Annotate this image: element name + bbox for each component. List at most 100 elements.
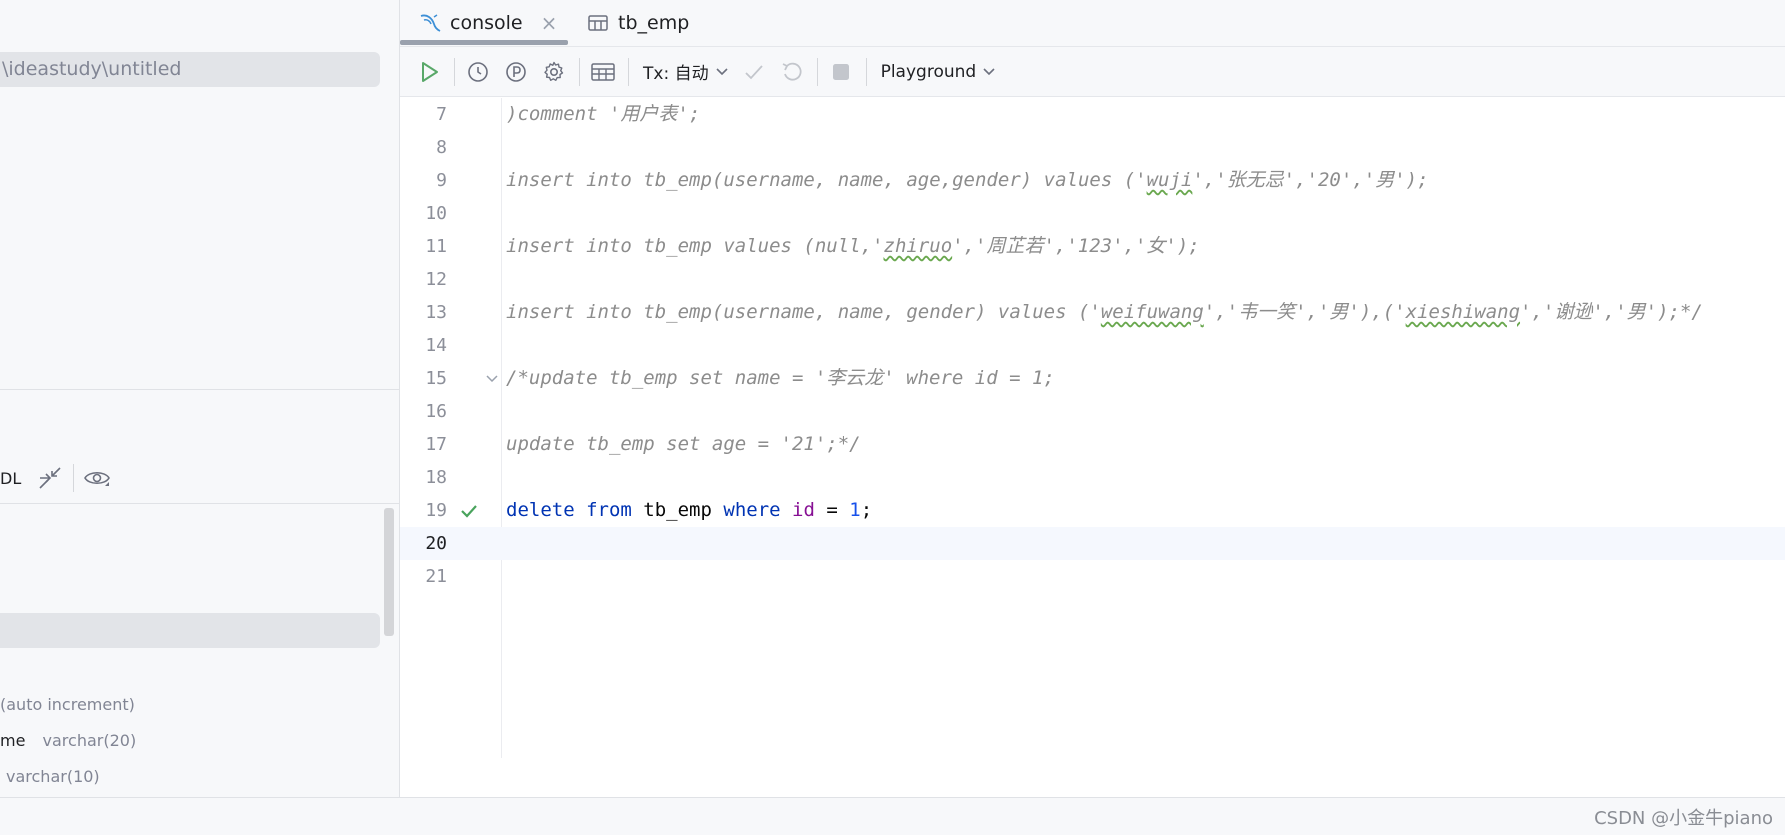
column-row-gender[interactable]: varchar(10) — [0, 765, 100, 789]
code-line[interactable]: 9 insert into tb_emp(username, name, age,… — [400, 164, 1785, 197]
tab-label: console — [450, 12, 523, 34]
column-row-name[interactable]: me varchar(20) — [0, 729, 136, 753]
code-line[interactable]: 14 — [400, 329, 1785, 362]
watermark: CSDN @小金牛piano — [1594, 808, 1773, 829]
code-token: id — [792, 499, 815, 521]
table-icon — [586, 8, 610, 38]
code-line[interactable]: 21 — [400, 560, 1785, 593]
playground-dropdown[interactable]: Playground — [881, 62, 997, 82]
line-number: 10 — [425, 203, 447, 224]
tree-selected-row[interactable] — [0, 613, 380, 648]
ddl-toolbar: DL — [0, 460, 112, 496]
column-name: me — [0, 731, 26, 750]
code-line[interactable]: 15 /*update tb_emp set name = '李云龙' where… — [400, 362, 1785, 395]
gear-icon[interactable] — [539, 57, 569, 87]
column-type: (auto increment) — [0, 695, 135, 714]
parameters-icon[interactable] — [501, 57, 531, 87]
code-line[interactable]: 11 insert into tb_emp values (null,'zhiru… — [400, 230, 1785, 263]
commit-icon[interactable] — [739, 57, 769, 87]
toolbar-separator — [628, 57, 629, 86]
fold-chevron-icon[interactable] — [480, 362, 504, 395]
code-token: where — [723, 499, 781, 521]
stop-icon[interactable] — [826, 57, 856, 87]
code-token: delete — [506, 499, 575, 521]
code-token: ; — [860, 499, 873, 521]
toolbar-separator — [865, 57, 867, 86]
line-number: 9 — [436, 170, 447, 191]
code-token: ','韦一笑','男'),(' — [1203, 301, 1406, 323]
editor-area: console × tb_emp Tx: 自动 Playground 7)co… — [400, 0, 1785, 797]
ide-window: \ideastudy\untitled DL (auto increment) … — [0, 0, 1785, 835]
code-token: from — [586, 499, 632, 521]
code-token: xieshiwang — [1405, 301, 1521, 323]
code-line[interactable]: 12 — [400, 263, 1785, 296]
code-token: )comment '用户表'; — [506, 103, 701, 125]
line-code: update tb_emp set age = '21';*/ — [506, 428, 861, 461]
code-line[interactable]: 18 — [400, 461, 1785, 494]
code-line[interactable]: 13 insert into tb_emp(username, name, gen… — [400, 296, 1785, 329]
code-line[interactable]: 7 )comment '用户表'; — [400, 98, 1785, 131]
chevron-down-icon — [982, 62, 996, 82]
editor-tabbar: console × tb_emp — [400, 0, 1785, 47]
code-token: wuji — [1146, 169, 1193, 191]
line-code: delete from tb_emp where id = 1; — [506, 494, 872, 527]
code-line[interactable]: 10 — [400, 197, 1785, 230]
check-icon — [457, 494, 481, 527]
code-token: ','谢逊','男');*/ — [1520, 301, 1703, 323]
code-token: ','张无忌','20','男'); — [1192, 169, 1429, 191]
code-token: = — [814, 499, 850, 521]
toolbar-separator — [454, 57, 455, 86]
line-number: 13 — [425, 302, 447, 323]
close-icon[interactable]: × — [541, 11, 558, 35]
code-line[interactable]: 19 delete from tb_emp where id = 1; — [400, 494, 1785, 527]
sidebar-divider — [0, 503, 399, 504]
project-path-field[interactable]: \ideastudy\untitled — [0, 52, 380, 87]
tab-tb-emp[interactable]: tb_emp — [586, 0, 689, 46]
code-token: tb_emp — [631, 499, 724, 521]
transaction-mode-label: Tx: 自动 — [643, 64, 709, 84]
active-tab-indicator — [400, 40, 568, 45]
column-row-id[interactable]: (auto increment) — [0, 693, 135, 717]
line-code: insert into tb_emp(username, name, gende… — [506, 296, 1703, 329]
code-line[interactable]: 20 — [400, 527, 1785, 560]
line-number: 17 — [425, 434, 447, 455]
code-token: 1 — [849, 499, 861, 521]
history-icon[interactable] — [463, 57, 493, 87]
code-token: zhiruo — [883, 235, 953, 257]
line-number: 11 — [425, 236, 447, 257]
code-line[interactable]: 16 — [400, 395, 1785, 428]
sidebar-divider — [0, 389, 399, 390]
run-icon[interactable] — [414, 57, 444, 87]
code-line[interactable]: 8 — [400, 131, 1785, 164]
rollback-icon[interactable] — [777, 57, 807, 87]
line-number: 21 — [425, 566, 447, 587]
code-token: weifuwang — [1100, 301, 1204, 323]
code-token: insert into tb_emp(username, name, age,g… — [506, 169, 1147, 191]
database-sidebar: \ideastudy\untitled DL (auto increment) … — [0, 0, 400, 797]
ddl-button[interactable]: DL — [0, 469, 21, 488]
sidebar-scrollbar[interactable] — [384, 508, 394, 636]
transaction-mode-dropdown[interactable]: Tx: 自动 — [643, 59, 729, 84]
collapse-icon[interactable] — [35, 463, 65, 493]
line-number: 14 — [425, 335, 447, 356]
line-number: 16 — [425, 401, 447, 422]
console-toolbar: Tx: 自动 Playground — [400, 47, 1785, 97]
eye-icon[interactable] — [82, 463, 112, 493]
status-bar — [0, 797, 1785, 835]
code-token: ','周芷若','123','女'); — [952, 235, 1200, 257]
line-code: insert into tb_emp(username, name, age,g… — [506, 164, 1429, 197]
code-token: update tb_emp set age = '21';*/ — [506, 433, 861, 455]
line-code: insert into tb_emp values (null,'zhiruo'… — [506, 230, 1200, 263]
toolbar-separator — [579, 57, 580, 86]
column-type: varchar(10) — [6, 767, 100, 786]
code-line[interactable]: 17 update tb_emp set age = '21';*/ — [400, 428, 1785, 461]
line-number: 7 — [436, 104, 447, 125]
sql-editor[interactable]: 7 )comment '用户表'; 8 9 insert into tb_emp(use… — [400, 98, 1785, 758]
column-type: varchar(20) — [42, 731, 137, 750]
toolbar-separator — [73, 464, 75, 492]
result-grid-icon[interactable] — [588, 57, 618, 87]
playground-label: Playground — [880, 61, 977, 82]
code-token: insert into tb_emp(username, name, gende… — [506, 301, 1101, 323]
